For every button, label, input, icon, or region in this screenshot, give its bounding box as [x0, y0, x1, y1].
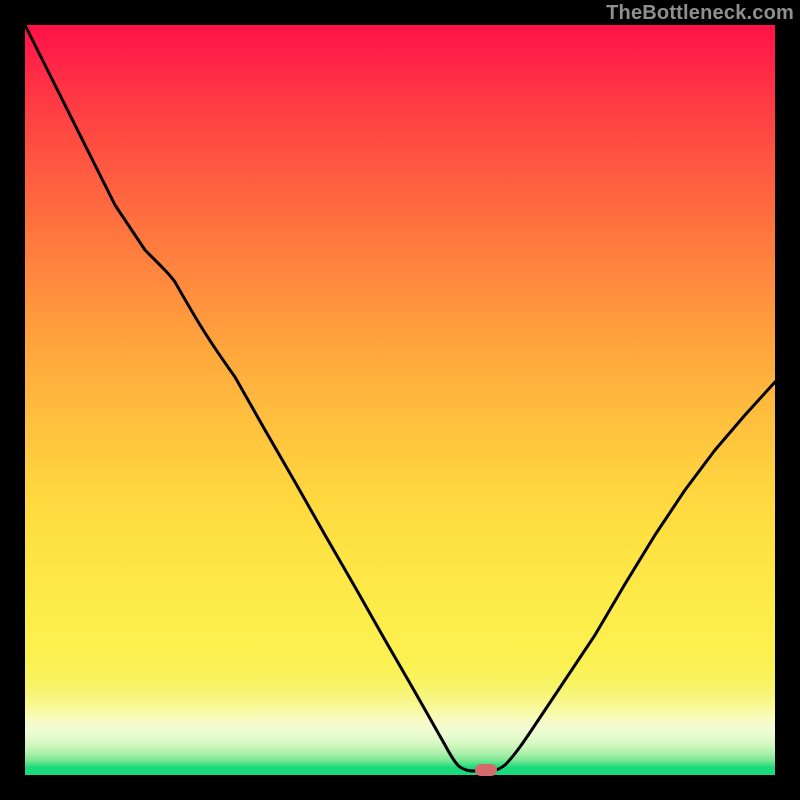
bottleneck-curve: [25, 25, 775, 775]
chart-frame: TheBottleneck.com: [0, 0, 800, 800]
chart-plot-area: [25, 25, 775, 775]
curve-path: [25, 25, 775, 771]
optimal-point-marker: [475, 764, 497, 776]
watermark-text: TheBottleneck.com: [606, 2, 794, 25]
